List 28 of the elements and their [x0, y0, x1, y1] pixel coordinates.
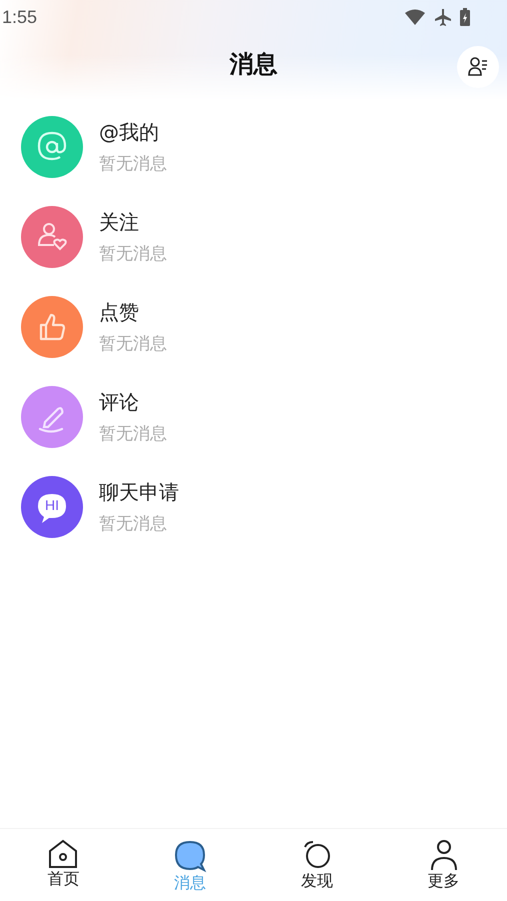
page-title: 消息 — [230, 49, 278, 80]
item-preview: 暂无消息 — [99, 243, 167, 265]
nav-tab[interactable]: 更多 — [380, 829, 507, 901]
hi-label: HI — [44, 497, 60, 513]
battery-icon — [460, 8, 470, 26]
nav-tab[interactable]: 首页 — [0, 829, 127, 901]
item-preview: 暂无消息 — [99, 153, 167, 175]
contacts-button[interactable] — [457, 46, 499, 88]
item-preview: 暂无消息 — [99, 423, 167, 445]
item-title: 聊天申请 — [99, 479, 179, 506]
home-icon — [47, 839, 80, 869]
status-time: 1:55 — [2, 6, 38, 28]
person-list-icon — [467, 56, 489, 78]
airplane-icon — [434, 8, 452, 26]
message-item[interactable]: @我的 暂无消息 — [0, 102, 507, 192]
message-item[interactable]: HI 聊天申请 暂无消息 — [0, 462, 507, 552]
message-item[interactable]: 关注 暂无消息 — [0, 192, 507, 282]
message-item[interactable]: 评论 暂无消息 — [0, 372, 507, 462]
item-preview: 暂无消息 — [99, 513, 168, 535]
item-preview: 暂无消息 — [99, 333, 167, 355]
item-title: 关注 — [99, 209, 140, 236]
message-item[interactable]: 点赞 暂无消息 — [0, 282, 507, 372]
wifi-icon — [404, 9, 426, 25]
item-title: 点赞 — [99, 299, 140, 326]
chat-bubble-icon — [173, 839, 208, 873]
nav-tab[interactable]: 发现 — [254, 829, 380, 901]
item-title: @我的 — [99, 119, 160, 146]
item-title: 评论 — [99, 389, 140, 416]
